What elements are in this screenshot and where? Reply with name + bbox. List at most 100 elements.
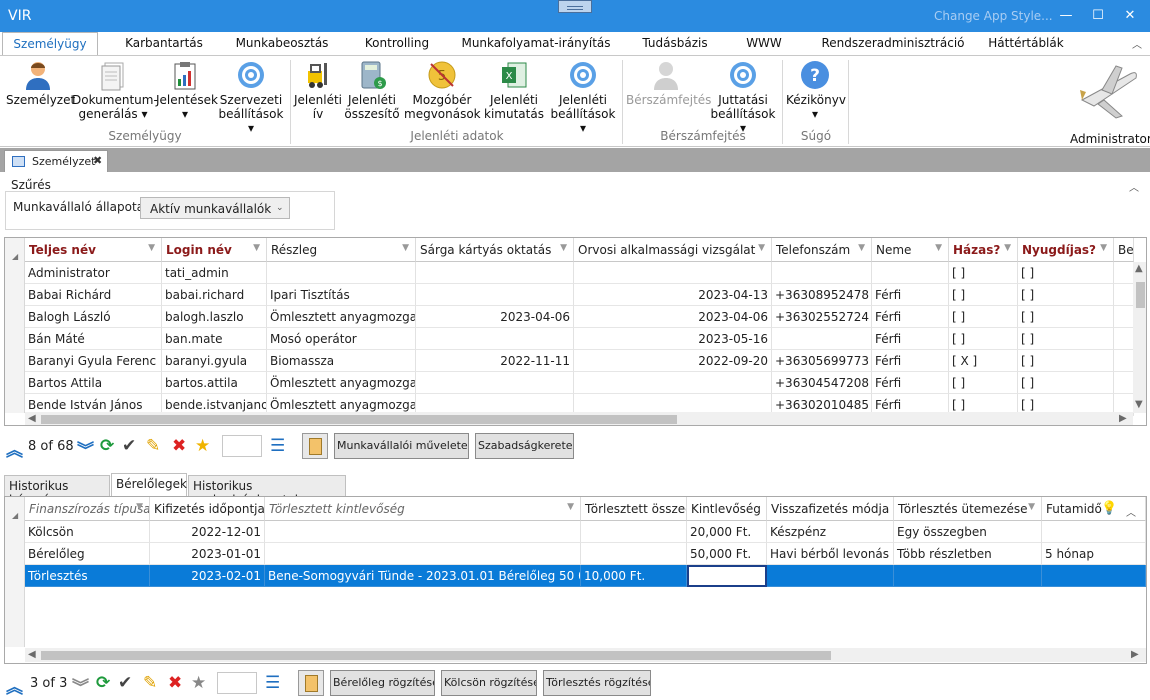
col-nyugdijas[interactable]: Nyugdíjas? ▼ <box>1018 238 1114 262</box>
table-cell[interactable]: babai.richard <box>162 284 267 306</box>
table-cell[interactable] <box>1042 521 1146 543</box>
star-icon[interactable]: ★ <box>195 436 210 456</box>
table-cell[interactable]: [ ] <box>1018 350 1114 372</box>
table-cell[interactable]: baranyi.gyula <box>162 350 267 372</box>
minimize-button[interactable]: — <box>1054 6 1078 26</box>
check-icon[interactable]: ✔ <box>122 436 136 456</box>
table-cell[interactable] <box>1114 262 1134 284</box>
filter-icon[interactable]: ▼ <box>136 502 143 512</box>
prev-record-icon[interactable]: ︽ <box>6 436 23 461</box>
table-cell[interactable]: 10,000 Ft. <box>581 565 687 587</box>
employees-hscroll[interactable]: ◀ ▶ <box>25 412 1133 425</box>
scroll-thumb[interactable] <box>1136 282 1145 308</box>
maximize-button[interactable]: ☐ <box>1086 6 1110 26</box>
table-cell[interactable]: 2023-01-01 <box>150 543 265 565</box>
table-cell[interactable]: Administrator <box>25 262 162 284</box>
table-cell[interactable]: 2023-04-06 <box>574 306 772 328</box>
filter-icon[interactable]: ▼ <box>758 243 765 253</box>
dokumentumgeneralas-button[interactable]: Dokumentum-generálás ▾ <box>72 59 158 121</box>
table-cell[interactable] <box>574 372 772 394</box>
table-cell[interactable]: Készpénz <box>767 521 894 543</box>
table-cell[interactable]: 2023-04-13 <box>574 284 772 306</box>
employees-vscroll[interactable]: ▲ ▼ <box>1133 262 1146 413</box>
table-cell[interactable] <box>1114 306 1134 328</box>
table-cell[interactable] <box>767 565 894 587</box>
table-cell[interactable]: Biomassza <box>267 350 416 372</box>
table-cell[interactable]: bartos.attila <box>162 372 267 394</box>
clipboard-icon[interactable] <box>298 670 324 696</box>
table-cell[interactable]: +36304547208 <box>772 372 872 394</box>
tab-karbantartas[interactable]: Karbantartás <box>120 32 208 56</box>
table-cell[interactable]: 5 hónap <box>1042 543 1146 565</box>
list-icon[interactable]: ☰ <box>265 673 280 693</box>
table-cell[interactable]: Férfi <box>872 306 949 328</box>
table-cell[interactable]: [ ] <box>1018 262 1114 284</box>
tab-szemelyugy[interactable]: Személyügy <box>2 32 98 56</box>
table-row[interactable]: Balogh László balogh.laszlo Ömlesztett any… <box>5 306 1134 328</box>
col-finanszirozas[interactable]: Finanszírozás típusa ▼ <box>25 497 150 521</box>
collapse-filter-icon[interactable]: ︿ <box>1129 179 1139 194</box>
table-cell[interactable]: Ömlesztett anyagmozgatás <box>267 306 416 328</box>
tab-berelolegek[interactable]: Bérelőlegek <box>111 473 187 496</box>
col-sarga-kartya[interactable]: Sárga kártyás oktatás ▼ <box>416 238 574 262</box>
col-login-nev[interactable]: Login név ▼ <box>162 238 267 262</box>
table-cell[interactable] <box>772 262 872 284</box>
szervezeti-beallitasok-button[interactable]: Szervezeti beállítások ▾ <box>216 59 286 135</box>
goto-record-input[interactable] <box>222 435 262 457</box>
lightbulb-icon[interactable]: 💡 <box>1101 501 1117 516</box>
edit-icon[interactable]: ✎ <box>143 673 157 693</box>
table-cell[interactable] <box>416 372 574 394</box>
tab-hattertablak[interactable]: Háttértáblák <box>984 32 1068 56</box>
window-grip[interactable] <box>558 0 592 13</box>
mozgober-button[interactable]: 5 Mozgóbér megvonások <box>404 59 481 121</box>
table-cell[interactable] <box>265 521 581 543</box>
torlesztes-rogzitese-button[interactable]: Törlesztés rögzítése <box>543 670 651 696</box>
table-row[interactable]: Babai Richárd babai.richard Ipari Tisztítá… <box>5 284 1134 306</box>
table-cell[interactable] <box>894 565 1042 587</box>
table-cell[interactable]: Törlesztés <box>25 565 150 587</box>
table-row[interactable]: Törlesztés 2023-02-01 Bene-Somogyvári Tünd… <box>5 565 1146 587</box>
close-button[interactable]: ✕ <box>1118 6 1142 26</box>
szabadsagkeretek-button[interactable]: Szabadságkeretek <box>475 433 574 459</box>
col-visszafizetes[interactable]: Visszafizetés módja <box>767 497 894 521</box>
filter-icon[interactable]: ▼ <box>253 243 260 253</box>
table-cell[interactable] <box>416 328 574 350</box>
table-cell[interactable]: Balogh László <box>25 306 162 328</box>
table-cell[interactable]: [ ] <box>949 306 1018 328</box>
tab-historikus-berezes[interactable]: Historikus bérezés <box>4 475 110 507</box>
refresh-icon[interactable]: ⟳ <box>96 673 110 693</box>
delete-icon[interactable]: ✖ <box>168 673 182 693</box>
clipboard-icon[interactable] <box>302 433 328 459</box>
table-cell[interactable]: Ömlesztett anyagmozgatás <box>267 372 416 394</box>
table-cell[interactable]: [ ] <box>1018 306 1114 328</box>
table-cell[interactable]: Férfi <box>872 350 949 372</box>
table-cell[interactable]: [ ] <box>949 372 1018 394</box>
table-cell[interactable] <box>1042 565 1146 587</box>
col-telefon[interactable]: Telefonszám ▼ <box>772 238 872 262</box>
tab-munkafolyamat[interactable]: Munkafolyamat-irányítás <box>460 32 612 56</box>
table-cell[interactable]: Bartos Attila <box>25 372 162 394</box>
change-style-link[interactable]: Change App Style... <box>934 9 1053 23</box>
scroll-right-arrow[interactable]: ▶ <box>1119 413 1127 424</box>
table-cell[interactable]: Bán Máté <box>25 328 162 350</box>
table-cell[interactable]: [ ] <box>949 284 1018 306</box>
table-cell[interactable]: Férfi <box>872 328 949 350</box>
filter-icon[interactable]: ▼ <box>1100 243 1107 253</box>
delete-icon[interactable]: ✖ <box>172 436 186 456</box>
jelenleti-iv-button[interactable]: Jelenléti ív <box>294 59 342 121</box>
scroll-left-arrow[interactable]: ◀ <box>28 649 36 660</box>
col-reszleg[interactable]: Részleg ▼ <box>267 238 416 262</box>
table-cell[interactable]: Bene-Somogyvári Tünde - 2023.01.01 Bérel… <box>265 565 581 587</box>
status-select[interactable]: Aktív munkavállalók ⌄ <box>140 197 290 219</box>
next-record-icon[interactable]: ︾ <box>77 436 94 461</box>
col-hazas[interactable]: Házas? ▼ <box>949 238 1018 262</box>
scroll-right-arrow[interactable]: ▶ <box>1131 649 1139 660</box>
table-cell[interactable] <box>1114 284 1134 306</box>
table-cell[interactable] <box>772 328 872 350</box>
tab-kontrolling[interactable]: Kontrolling <box>356 32 438 56</box>
star-icon[interactable]: ★ <box>191 673 206 693</box>
tab-www[interactable]: WWW <box>736 32 792 56</box>
table-cell[interactable]: 2022-12-01 <box>150 521 265 543</box>
table-cell[interactable] <box>416 284 574 306</box>
table-cell[interactable]: +36302552724 <box>772 306 872 328</box>
